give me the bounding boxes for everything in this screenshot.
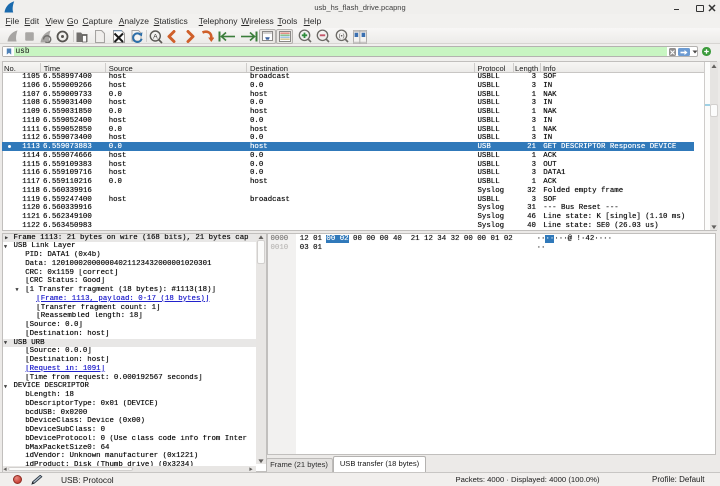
svg-text:(•): (•): [339, 34, 345, 40]
svg-text:A: A: [153, 33, 158, 40]
